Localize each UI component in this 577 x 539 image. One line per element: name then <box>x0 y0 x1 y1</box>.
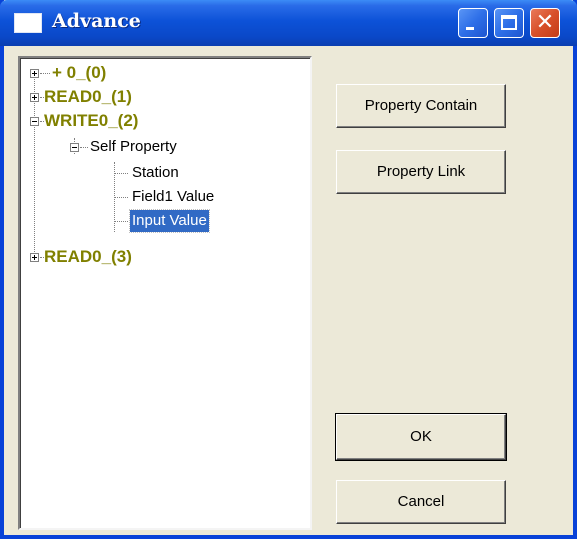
tree-item-label-selected: Input Value <box>129 209 210 233</box>
tree-item-1[interactable]: READ0_(1) <box>20 86 310 108</box>
collapse-minus-icon[interactable] <box>30 117 39 126</box>
close-icon: ✕ <box>535 10 555 35</box>
tree-item-label: Field1 Value <box>132 188 215 205</box>
tree-item-label: WRITE0_(2) <box>44 111 139 130</box>
tree-item-5[interactable]: Field1 Value <box>20 186 310 208</box>
property-contain-button[interactable]: Property Contain <box>336 84 506 128</box>
property-link-button[interactable]: Property Link <box>336 150 506 194</box>
maximize-button[interactable] <box>494 8 524 38</box>
tree-item-label: Self Property <box>90 138 177 155</box>
ok-button[interactable]: OK <box>335 413 507 461</box>
tree-item-2[interactable]: WRITE0_(2) <box>20 110 310 132</box>
tree-item-6[interactable]: Input Value <box>20 209 310 233</box>
expand-plus-icon[interactable] <box>30 253 39 262</box>
tree-item-4[interactable]: Station <box>20 162 310 184</box>
advance-dialog: Advance ✕ + 0_(0) READ0_(1) WRITE0_(2) S… <box>0 0 577 539</box>
cancel-button[interactable]: Cancel <box>336 480 506 524</box>
tree-connector-line <box>114 173 128 175</box>
expand-plus-icon[interactable] <box>30 69 39 78</box>
tree-item-label: + 0_(0) <box>52 63 107 82</box>
expand-plus-icon[interactable] <box>30 93 39 102</box>
tree-item-7[interactable]: READ0_(3) <box>20 246 310 268</box>
tree-connector-line <box>114 197 128 199</box>
tree-item-0[interactable]: + 0_(0) <box>20 62 310 84</box>
tree-connector-line <box>80 147 88 149</box>
collapse-minus-icon[interactable] <box>70 143 79 152</box>
maximize-icon <box>501 15 517 30</box>
property-tree[interactable]: + 0_(0) READ0_(1) WRITE0_(2) Self Proper… <box>18 56 312 530</box>
window-title: Advance <box>52 10 141 32</box>
tree-item-3[interactable]: Self Property <box>20 136 310 158</box>
minimize-icon <box>466 27 474 30</box>
title-bar[interactable]: Advance ✕ <box>0 0 577 46</box>
tree-item-label: READ0_(3) <box>44 247 132 266</box>
close-button[interactable]: ✕ <box>530 8 560 38</box>
minimize-button[interactable] <box>458 8 488 38</box>
tree-item-label: Station <box>132 164 179 181</box>
window-icon <box>14 13 42 33</box>
tree-connector-line <box>40 73 50 75</box>
tree-connector-line <box>114 221 128 223</box>
tree-item-label: READ0_(1) <box>44 87 132 106</box>
